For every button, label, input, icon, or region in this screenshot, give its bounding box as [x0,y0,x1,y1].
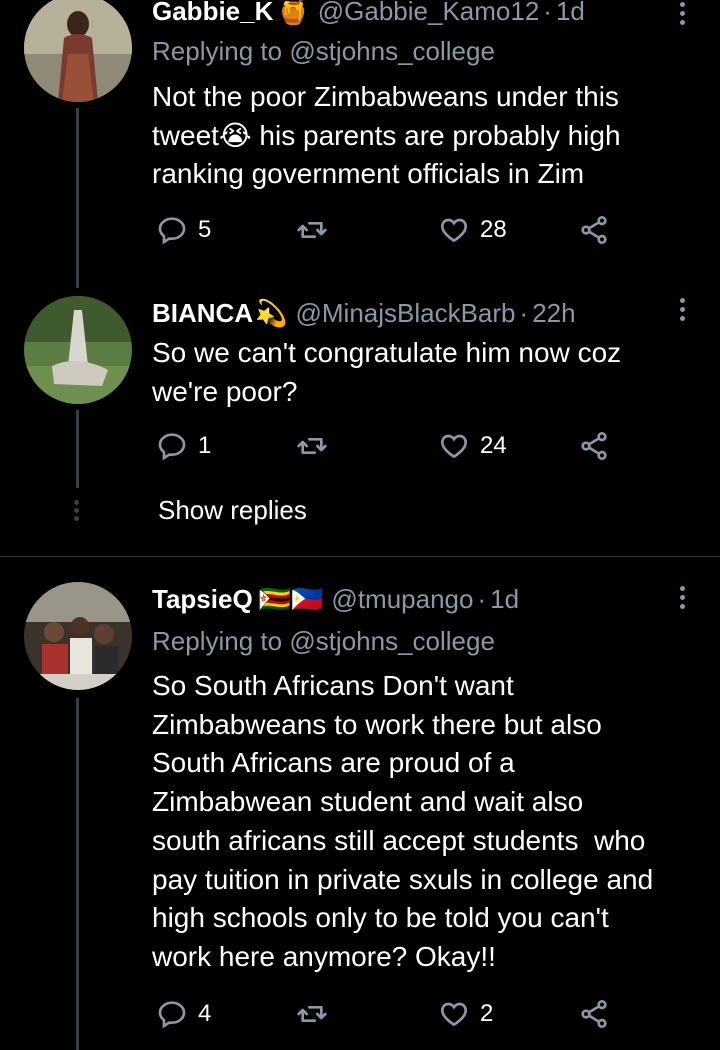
like-button[interactable]: 24 [438,430,507,462]
tweet-header: BIANCA 💫 @MinajsBlackBarb · 22h [152,296,680,330]
replying-to-label: Replying to [152,36,283,66]
display-name[interactable]: TapsieQ [152,584,253,615]
timestamp[interactable]: 1d [556,0,585,27]
reply-icon [158,433,186,461]
avatar[interactable] [24,582,132,690]
replying-to-handle[interactable]: @stjohns_college [289,626,495,656]
tweet-text-line: south africans still accept students who [152,824,646,856]
tweet-text-line: pay tuition in private sxuls in college … [152,863,654,895]
tweet-actions: 5 28 [156,214,626,250]
tweet-text-line: Not the poor Zimbabweans under this [152,81,619,112]
reply-icon [158,1001,186,1029]
thread-line [76,698,79,1050]
more-options-button[interactable] [680,2,686,29]
tweet-text-line: tweet😭 his parents are probably high [152,119,621,151]
reply-button[interactable]: 5 [156,214,211,246]
separator-dot: · [477,583,487,614]
user-handle[interactable]: @tmupango [331,584,473,615]
retweet-icon [297,222,327,238]
share-button[interactable] [578,998,610,1030]
heart-icon [440,1002,468,1027]
retweet-button[interactable] [296,214,338,246]
thread-line [76,410,79,488]
tweet-text-line: So South Africans Don't want [152,670,514,701]
tweet-actions: 4 2 [156,998,626,1034]
display-name[interactable]: Gabbie_K [152,0,273,27]
tweet-text-line: Zimbabweans to work there but also [152,708,602,740]
separator-dot: · [519,297,529,328]
retweet-icon [297,438,327,454]
retweet-button[interactable] [296,430,338,462]
tweet-actions: 1 24 [156,430,626,466]
user-handle[interactable]: @MinajsBlackBarb [295,298,515,329]
like-count: 2 [480,1000,494,1027]
heart-icon [440,434,468,459]
replying-to-label: Replying to [152,626,283,656]
reply-button[interactable]: 1 [156,430,211,462]
share-icon [581,432,607,460]
avatar[interactable] [24,0,132,102]
timestamp[interactable]: 1d [490,584,519,615]
tweet-text-line: high schools only to be told you can't [152,902,609,934]
divider [0,556,720,557]
name-emoji: 🇿🇼🇵🇭 [258,583,324,614]
show-replies-link[interactable]: Show replies [158,495,307,526]
retweet-icon [297,1006,327,1022]
share-button[interactable] [578,430,610,462]
like-button[interactable]: 28 [438,214,507,246]
name-emoji: 🍯 [277,0,310,26]
tweet-text: So South Africans Don't want Zimbabweans… [152,667,697,977]
separator-dot: · [543,0,552,26]
like-count: 28 [480,216,507,243]
retweet-button[interactable] [296,998,338,1030]
tweet-text: Not the poor Zimbabweans under this twee… [152,78,697,194]
heart-icon [440,218,468,243]
reply-icon [158,217,186,245]
replying-to-handle[interactable]: @stjohns_college [289,36,495,66]
tweet-text-line: So we can't congratulate him now coz [152,337,622,368]
thread-continuation-dots [74,500,80,524]
display-name[interactable]: BIANCA [152,298,253,329]
timestamp[interactable]: 22h [532,298,575,329]
share-button[interactable] [578,214,610,246]
tweet-text-line: South Africans are proud of a [152,747,515,779]
tweet-header: Gabbie_K 🍯 @Gabbie_Kamo12 · 1d [152,0,680,28]
like-button[interactable]: 2 [438,998,493,1030]
reply-count: 5 [198,216,212,243]
tweet-header: TapsieQ 🇿🇼🇵🇭 @tmupango · 1d [152,582,680,616]
tweet-text: So we can't congratulate him now coz we'… [152,334,697,411]
more-options-button[interactable] [680,586,686,613]
share-icon [581,1000,607,1028]
thread-line [76,108,79,288]
reply-button[interactable]: 4 [156,998,211,1030]
tweet-text-line: Zimbabwean student and wait also [152,786,584,818]
reply-count: 4 [198,1000,212,1027]
tweet-text-line: work here anymore? Okay!! [152,940,496,972]
replying-to: Replying to @stjohns_college [152,626,495,657]
avatar[interactable] [24,296,132,404]
tweet-text-line: ranking government officials in Zim [152,158,585,190]
share-icon [581,216,607,244]
tweet-text-line: we're poor? [152,375,298,407]
like-count: 24 [480,432,507,459]
reply-count: 1 [198,432,212,459]
name-emoji: 💫 [255,297,288,328]
more-options-button[interactable] [680,298,686,325]
user-handle[interactable]: @Gabbie_Kamo12 [318,0,540,27]
replying-to: Replying to @stjohns_college [152,36,495,67]
